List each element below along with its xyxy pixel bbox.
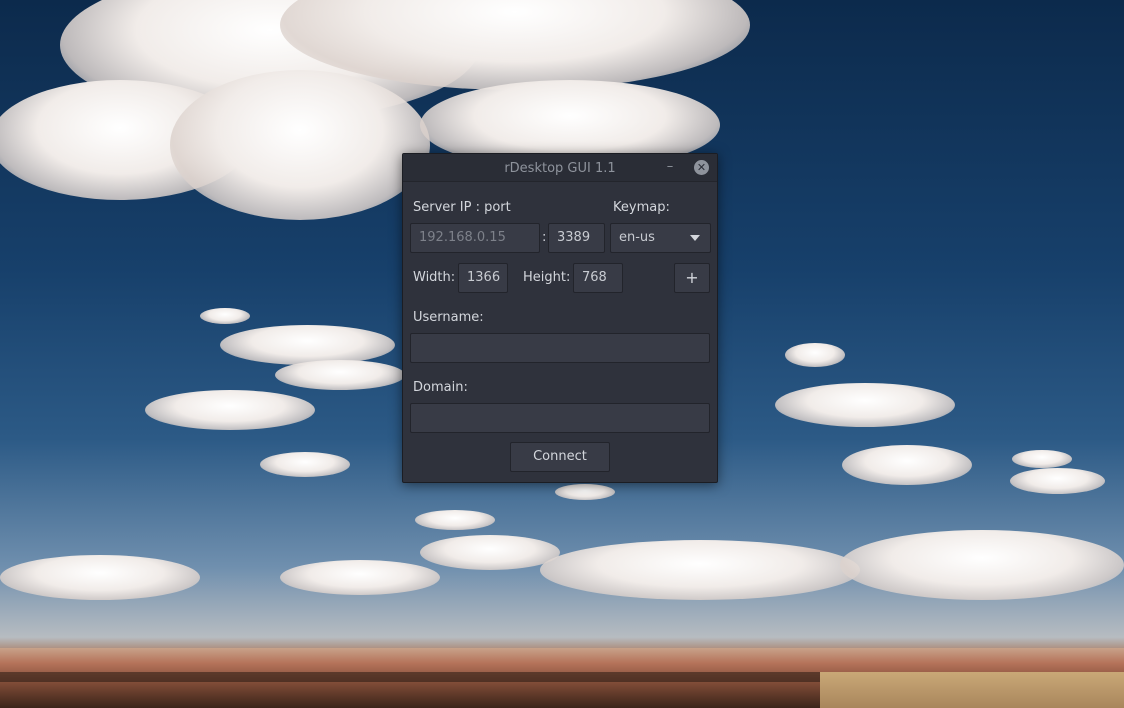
cloud bbox=[0, 555, 200, 600]
server-ip-label: Server IP : port bbox=[413, 200, 511, 215]
width-label: Width: bbox=[413, 270, 456, 285]
cloud bbox=[420, 535, 560, 570]
cloud bbox=[840, 530, 1124, 600]
title-bar[interactable]: rDesktop GUI 1.1 – ✕ bbox=[403, 154, 717, 182]
height-input[interactable]: 768 bbox=[573, 263, 623, 293]
cloud bbox=[1012, 450, 1072, 468]
cloud bbox=[415, 510, 495, 530]
keymap-select[interactable]: en-us bbox=[610, 223, 711, 253]
cloud bbox=[275, 360, 405, 390]
cloud bbox=[260, 452, 350, 477]
connect-button[interactable]: Connect bbox=[510, 442, 610, 472]
cloud bbox=[1010, 468, 1105, 494]
add-button[interactable]: + bbox=[674, 263, 710, 293]
domain-label: Domain: bbox=[413, 380, 468, 395]
cloud bbox=[170, 70, 430, 220]
height-label: Height: bbox=[523, 270, 571, 285]
cloud bbox=[540, 540, 860, 600]
desert-foreground bbox=[820, 672, 1124, 708]
cloud bbox=[200, 308, 250, 324]
cloud bbox=[842, 445, 972, 485]
close-icon[interactable]: ✕ bbox=[694, 160, 709, 175]
port-input[interactable]: 3389 bbox=[548, 223, 605, 253]
width-input[interactable]: 1366 bbox=[458, 263, 508, 293]
rdesktop-window: rDesktop GUI 1.1 – ✕ Server IP : port Ke… bbox=[402, 153, 718, 483]
cloud bbox=[220, 325, 395, 365]
plus-icon: + bbox=[685, 268, 699, 287]
cloud bbox=[280, 560, 440, 595]
username-label: Username: bbox=[413, 310, 484, 325]
server-ip-input[interactable]: 192.168.0.15 bbox=[410, 223, 540, 253]
keymap-value: en-us bbox=[619, 230, 655, 245]
cloud bbox=[785, 343, 845, 367]
keymap-label: Keymap: bbox=[613, 200, 670, 215]
cloud bbox=[555, 484, 615, 500]
cloud bbox=[145, 390, 315, 430]
domain-input[interactable] bbox=[410, 403, 710, 433]
minimize-icon[interactable]: – bbox=[663, 159, 677, 175]
cloud bbox=[775, 383, 955, 427]
username-input[interactable] bbox=[410, 333, 710, 363]
chevron-down-icon bbox=[690, 235, 700, 241]
port-separator: : bbox=[542, 230, 547, 245]
